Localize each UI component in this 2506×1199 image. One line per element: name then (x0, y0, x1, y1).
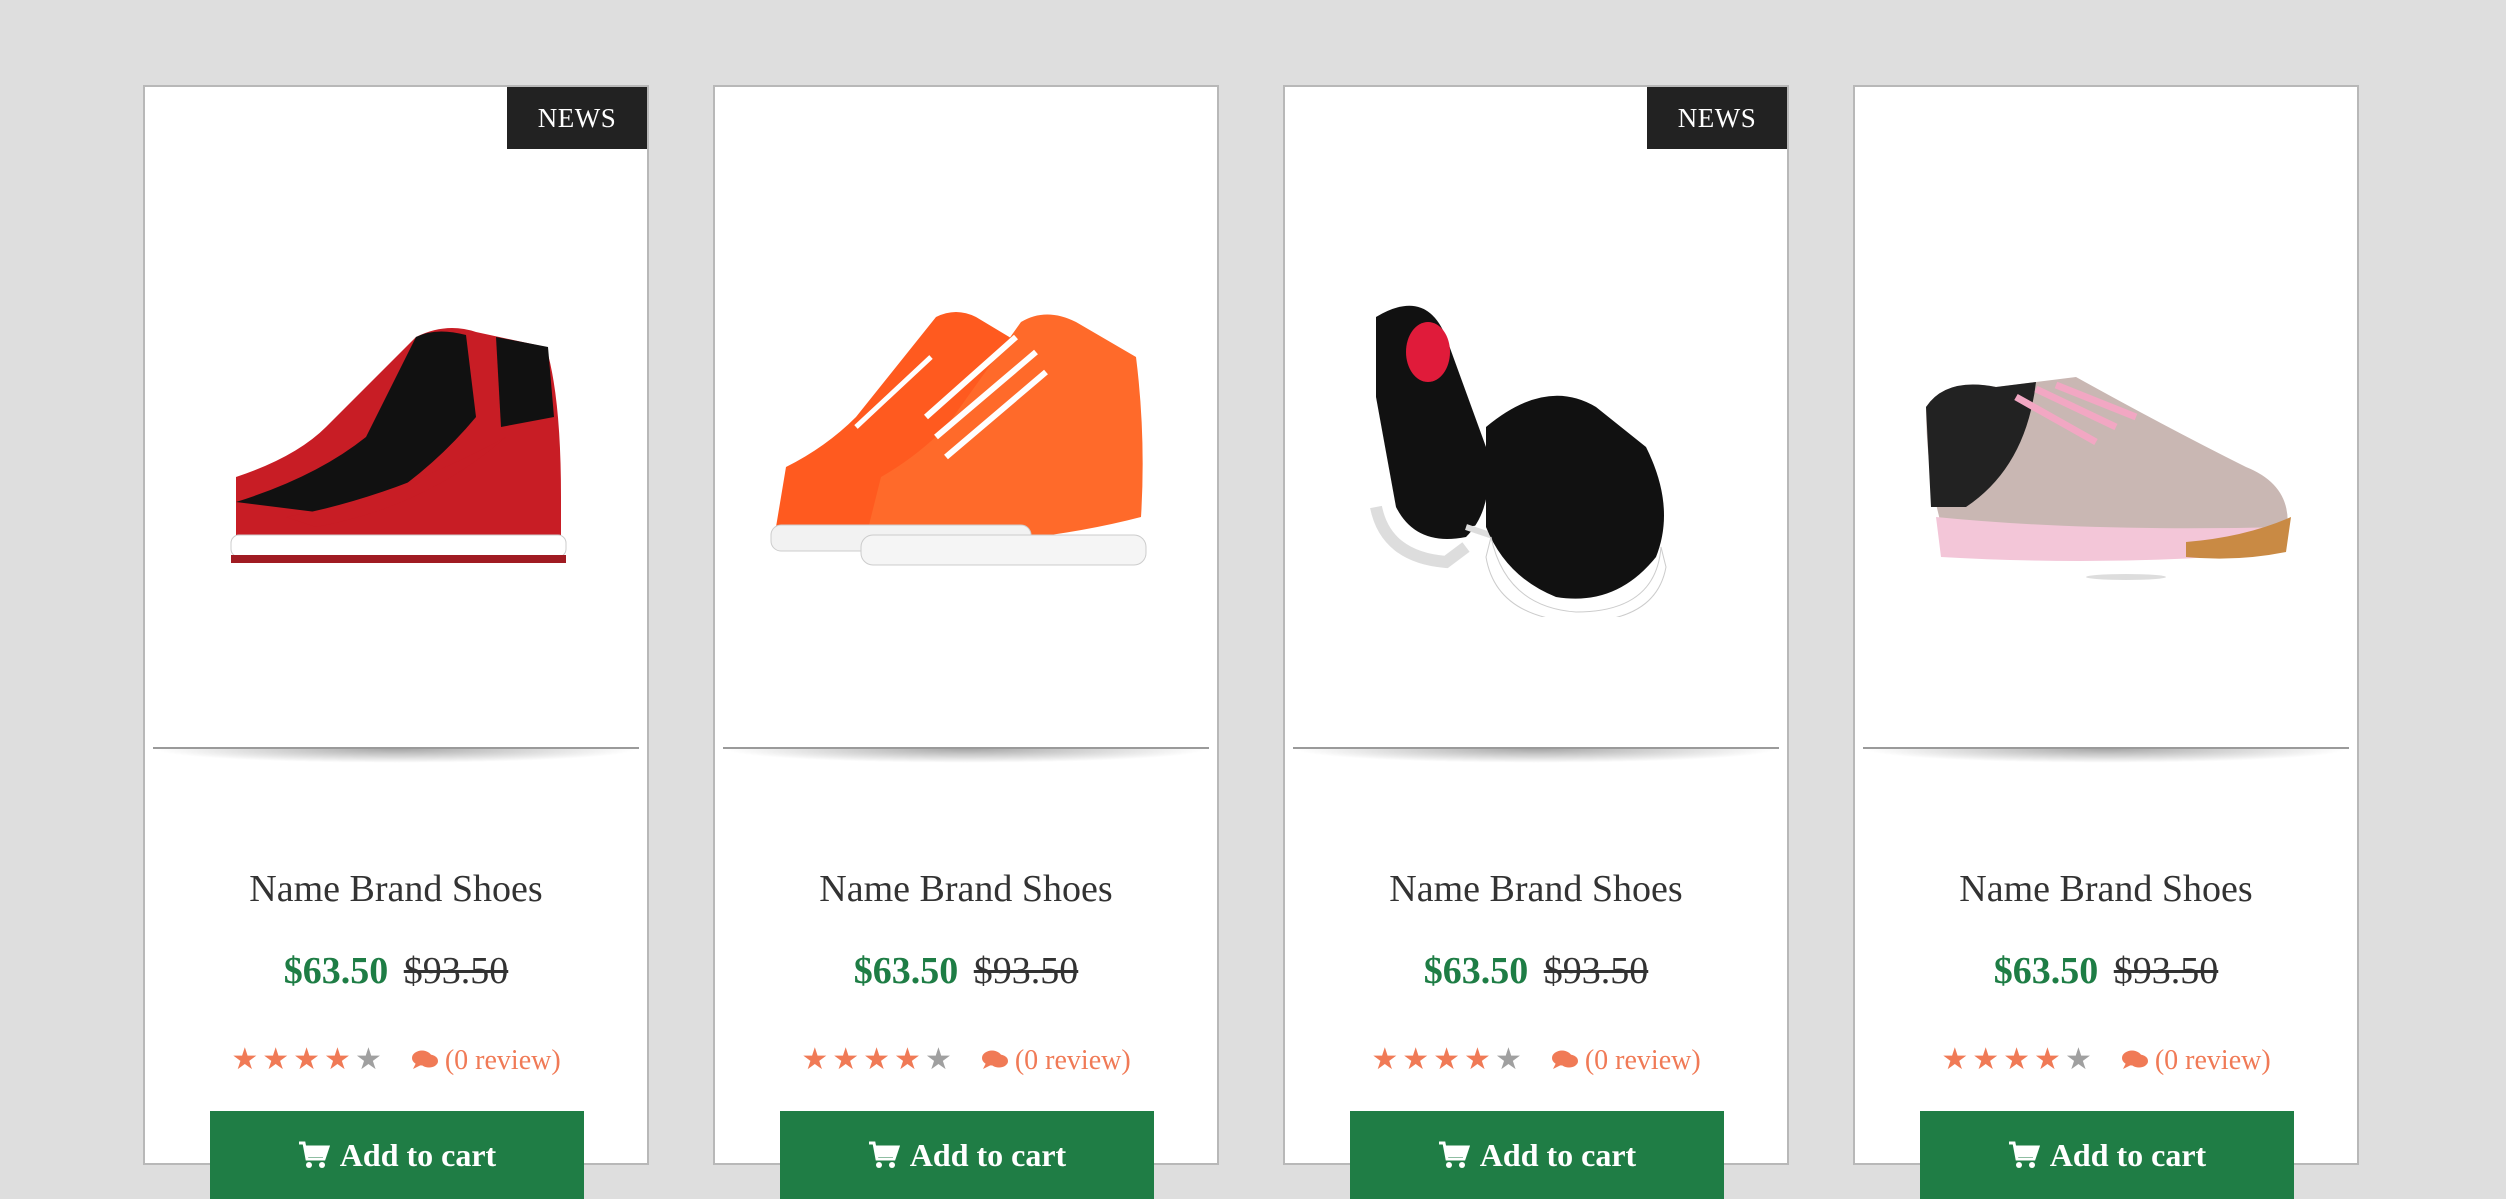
rating-row: ★ ★ ★ ★ ★ (0 review) (1285, 1042, 1787, 1077)
product-card: NEWS Name Brand Shoes $63.50 $93.50 ★ ★ ★ ★… (143, 85, 649, 1199)
comments-icon (1551, 1050, 1578, 1069)
comments-icon (981, 1050, 1008, 1069)
original-price: $93.50 (1543, 950, 1649, 992)
star-filled-icon: ★ (1433, 1043, 1461, 1076)
original-price: $93.50 (2113, 950, 2219, 992)
original-price: $93.50 (403, 950, 509, 992)
product-name[interactable]: Name Brand Shoes (1855, 867, 2357, 911)
product-image[interactable] (145, 147, 647, 747)
star-empty-icon: ★ (1494, 1043, 1522, 1076)
review-link[interactable]: (0 review) (981, 1045, 1131, 1076)
original-price: $93.50 (973, 950, 1079, 992)
review-link[interactable]: (0 review) (2121, 1045, 2271, 1076)
star-empty-icon: ★ (354, 1043, 382, 1076)
cart-icon (868, 1141, 900, 1168)
comments-icon (411, 1050, 438, 1069)
star-filled-icon: ★ (1972, 1043, 2000, 1076)
star-filled-icon: ★ (293, 1043, 321, 1076)
price-row: $63.50 $93.50 (1285, 949, 1787, 993)
cart-icon (298, 1141, 330, 1168)
add-to-cart-button[interactable]: Add to cart (780, 1111, 1154, 1199)
image-divider (153, 747, 639, 763)
rating-row: ★ ★ ★ ★ ★ (0 review) (145, 1042, 647, 1077)
review-count: (0 review) (1584, 1045, 1701, 1076)
cart-icon (1438, 1141, 1470, 1168)
star-filled-icon: ★ (1464, 1043, 1491, 1076)
product-image[interactable] (1285, 147, 1787, 747)
comments-icon (2121, 1050, 2148, 1069)
sneaker-pink-runner-icon (1926, 377, 2291, 580)
sneaker-black-white-icon (1370, 305, 1667, 617)
sale-price: $63.50 (1423, 950, 1529, 992)
star-filled-icon: ★ (2003, 1043, 2031, 1076)
sale-price: $63.50 (1993, 950, 2099, 992)
star-filled-icon: ★ (262, 1043, 290, 1076)
product-card: Name Brand Shoes $63.50 $93.50 ★ ★ ★ ★ ★ (0 … (713, 85, 1219, 1199)
image-divider (1293, 747, 1779, 763)
star-empty-icon: ★ (924, 1043, 952, 1076)
price-row: $63.50 $93.50 (1855, 949, 2357, 993)
add-to-cart-label: Add to cart (339, 1136, 497, 1173)
star-filled-icon: ★ (324, 1043, 351, 1076)
product-image[interactable] (715, 147, 1217, 747)
review-count: (0 review) (1014, 1045, 1131, 1076)
add-to-cart-label: Add to cart (1479, 1136, 1637, 1173)
review-link[interactable]: (0 review) (411, 1045, 561, 1076)
star-filled-icon: ★ (231, 1043, 259, 1076)
star-filled-icon: ★ (863, 1043, 891, 1076)
review-count: (0 review) (2154, 1045, 2271, 1076)
product-card: NEWS Name Brand Shoes $63.50 $93.50 ★ ★ ★ ★… (1283, 85, 1789, 1199)
star-filled-icon: ★ (2034, 1043, 2061, 1076)
star-filled-icon: ★ (832, 1043, 860, 1076)
price-row: $63.50 $93.50 (715, 949, 1217, 993)
sale-price: $63.50 (853, 950, 959, 992)
add-to-cart-button[interactable]: Add to cart (210, 1111, 584, 1199)
news-badge: NEWS (1647, 87, 1787, 149)
add-to-cart-button[interactable]: Add to cart (1350, 1111, 1724, 1199)
add-to-cart-label: Add to cart (909, 1136, 1067, 1173)
product-card: Name Brand Shoes $63.50 $93.50 ★ ★ ★ ★ ★ (0 … (1853, 85, 2359, 1199)
cart-icon (2008, 1141, 2040, 1168)
product-name[interactable]: Name Brand Shoes (715, 867, 1217, 911)
star-filled-icon: ★ (894, 1043, 921, 1076)
product-name[interactable]: Name Brand Shoes (1285, 867, 1787, 911)
sale-price: $63.50 (283, 950, 389, 992)
rating-row: ★ ★ ★ ★ ★ (0 review) (715, 1042, 1217, 1077)
star-filled-icon: ★ (1941, 1043, 1969, 1076)
news-badge: NEWS (507, 87, 647, 149)
image-divider (1863, 747, 2349, 763)
sneaker-orange-icon (770, 312, 1147, 566)
star-filled-icon: ★ (1371, 1043, 1399, 1076)
review-link[interactable]: (0 review) (1551, 1045, 1701, 1076)
add-to-cart-label: Add to cart (2049, 1136, 2207, 1173)
star-filled-icon: ★ (801, 1043, 829, 1076)
price-row: $63.50 $93.50 (145, 949, 647, 993)
rating-row: ★ ★ ★ ★ ★ (0 review) (1855, 1042, 2357, 1077)
add-to-cart-button[interactable]: Add to cart (1920, 1111, 2294, 1199)
image-divider (723, 747, 1209, 763)
sneaker-red-black-icon (230, 328, 567, 563)
product-name[interactable]: Name Brand Shoes (145, 867, 647, 911)
review-count: (0 review) (444, 1045, 561, 1076)
star-filled-icon: ★ (1402, 1043, 1430, 1076)
product-image[interactable] (1855, 147, 2357, 747)
star-empty-icon: ★ (2064, 1043, 2092, 1076)
